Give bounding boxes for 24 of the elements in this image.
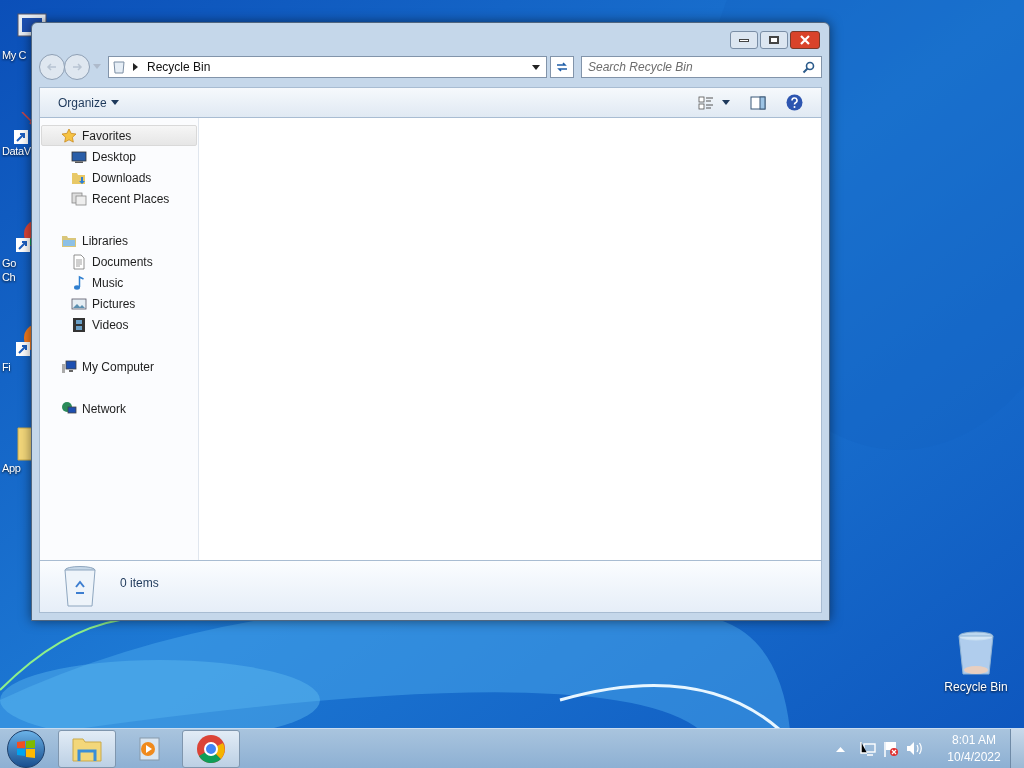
nav-item[interactable]: Favorites: [41, 125, 197, 146]
search-field[interactable]: Search Recycle Bin: [581, 56, 822, 78]
nav-item[interactable]: Libraries: [41, 230, 197, 251]
nav-item[interactable]: Videos: [41, 314, 197, 335]
nav-item[interactable]: Pictures: [41, 293, 197, 314]
icon-label: DataV: [2, 144, 31, 158]
nav-item[interactable]: Desktop: [41, 146, 197, 167]
icon-label: App: [2, 461, 21, 475]
nav-item[interactable]: Music: [41, 272, 197, 293]
icon-label: Go: [2, 256, 16, 270]
icon-label: Fi: [2, 360, 11, 374]
icon-label: Ch: [2, 270, 16, 284]
organize-menu[interactable]: Organize: [58, 93, 119, 112]
icon-label: My C: [2, 48, 27, 62]
nav-item[interactable]: My Computer: [41, 356, 197, 377]
nav-item[interactable]: Recent Places: [41, 188, 197, 209]
address-text: Recycle Bin: [147, 59, 212, 76]
search-placeholder: Search Recycle Bin: [588, 59, 694, 76]
nav-item[interactable]: Network: [41, 398, 197, 419]
nav-item[interactable]: Documents: [41, 251, 197, 272]
nav-item[interactable]: Downloads: [41, 167, 197, 188]
icon-label: Recycle Bin: [944, 679, 1008, 696]
item-count: 0 items: [120, 575, 159, 592]
address-bar[interactable]: Recycle Bin: [108, 56, 547, 78]
